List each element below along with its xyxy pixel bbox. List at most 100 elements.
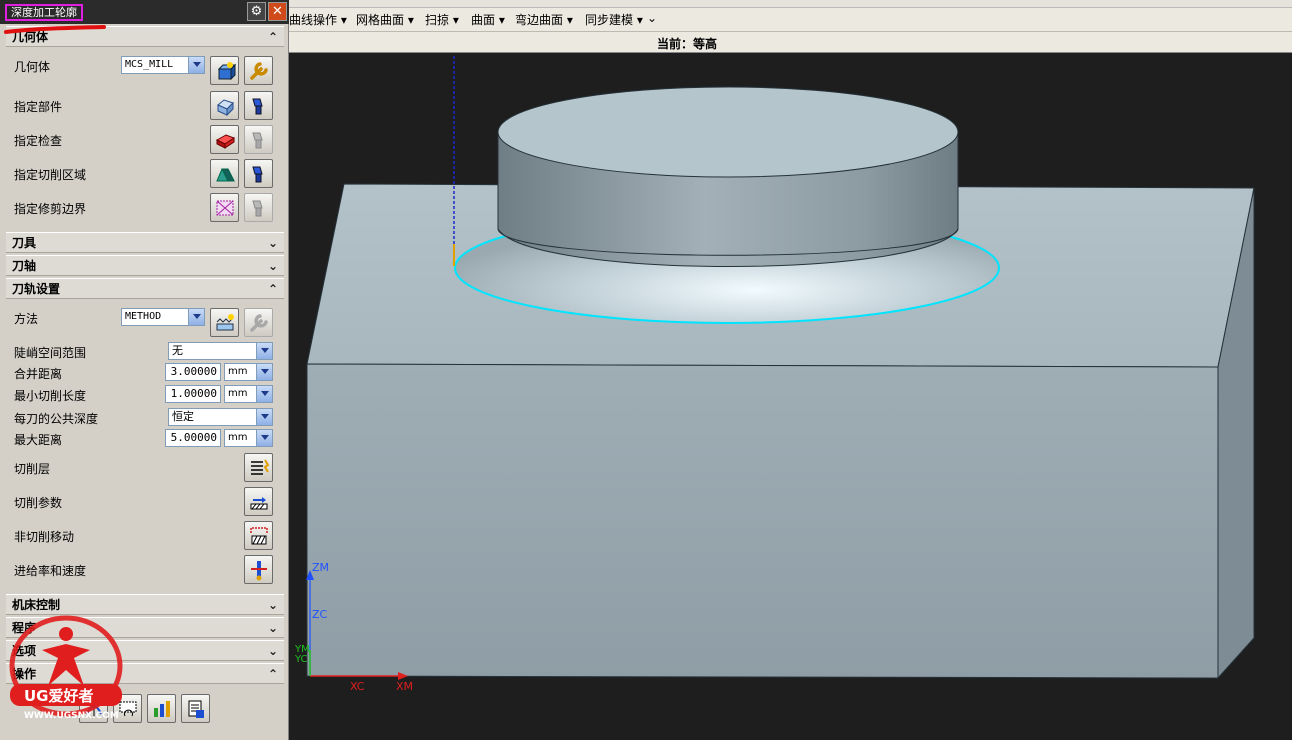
non-cut-moves-icon (249, 526, 268, 544)
method-select[interactable]: METHOD (121, 308, 205, 326)
axis-label-xc: XC (350, 680, 365, 693)
settings-gear-icon[interactable]: ⚙ (247, 2, 266, 21)
max-distance-unit[interactable]: mm (224, 429, 273, 447)
section-tool[interactable]: 刀具 ⌄ (6, 232, 284, 253)
geometry-label: 几何体 (14, 60, 51, 74)
select-cut-area-button[interactable] (210, 159, 239, 188)
display-cut-area-button[interactable] (244, 159, 273, 188)
ugsnx-watermark-logo: UG爱好者 WWW.UGSNX.COM (4, 610, 134, 730)
list-icon (188, 700, 204, 718)
model-view (306, 56, 1255, 680)
section-tool-axis[interactable]: 刀轴 ⌄ (6, 255, 284, 276)
merge-distance-input[interactable]: 3.00000 (165, 363, 221, 381)
chevron-up-icon: ⌃ (267, 30, 278, 44)
wrench-icon (249, 313, 268, 332)
non-cut-moves-label: 非切削移动 (14, 530, 75, 544)
feeds-speeds-label: 进给率和速度 (14, 564, 87, 578)
top-toolbar-strip (289, 0, 1292, 8)
display-check-button[interactable] (244, 125, 273, 154)
edit-geometry-button[interactable] (244, 56, 273, 85)
geometry-select-value: MCS_MILL (125, 59, 174, 70)
status-bar: 当前：等高 (289, 32, 1292, 53)
select-trim-button[interactable] (210, 193, 239, 222)
method-label: 方法 (14, 312, 39, 326)
chevron-down-icon: ⌄ (267, 259, 278, 273)
feeds-speeds-button[interactable] (244, 555, 273, 584)
cut-params-button[interactable] (244, 487, 273, 516)
cylinder-top-face (497, 86, 959, 178)
max-distance-unit-value: mm (228, 432, 248, 443)
common-depth-select[interactable]: 恒定 (168, 408, 273, 426)
cut-levels-button[interactable] (244, 453, 273, 482)
common-depth-label: 每刀的公共深度 (14, 412, 99, 426)
feature-menubar: 曲线操作 ▾ 网格曲面 ▾ 扫掠 ▾ 曲面 ▾ 弯边曲面 ▾ 同步建模 ▾ ⌄ (289, 8, 1292, 32)
cut-params-icon (250, 496, 267, 509)
menu-more-chevron-icon[interactable]: ⌄ (647, 11, 657, 25)
new-method-button[interactable] (210, 308, 239, 337)
steep-range-label: 陡峭空间范围 (14, 346, 87, 360)
steep-range-select[interactable]: 无 (168, 342, 273, 360)
cut-area-icon (215, 168, 235, 181)
menu-mesh-surface[interactable]: 网格曲面 ▾ (356, 11, 414, 28)
chevron-down-icon (188, 57, 204, 73)
chevron-down-icon (256, 386, 272, 402)
min-cut-length-unit-value: mm (228, 388, 248, 399)
axis-label-zc: ZC (312, 608, 328, 621)
cut-params-label: 切削参数 (14, 496, 63, 510)
chevron-down-icon: ⌄ (267, 236, 278, 250)
flashlight-icon (251, 98, 263, 114)
dialog-title: 深度加工轮廓 (5, 4, 83, 21)
display-part-button[interactable] (244, 91, 273, 120)
menu-sync-modeling[interactable]: 同步建模 ▾ (585, 11, 643, 28)
min-cut-length-unit[interactable]: mm (224, 385, 273, 403)
section-path-settings[interactable]: 刀轨设置 ⌃ (6, 278, 284, 299)
specify-check-label: 指定检查 (14, 134, 63, 148)
chevron-down-icon (256, 343, 272, 359)
chevron-down-icon (256, 409, 272, 425)
verify-icon (153, 700, 170, 717)
close-icon[interactable]: ✕ (268, 2, 287, 21)
menu-sweep[interactable]: 扫掠 ▾ (425, 11, 459, 28)
axis-label-zm: ZM (312, 561, 330, 574)
min-cut-length-input[interactable]: 1.00000 (165, 385, 221, 403)
menu-curve-ops[interactable]: 曲线操作 ▾ (289, 11, 347, 28)
new-method-icon (216, 313, 234, 330)
section-tool-label: 刀具 (12, 236, 37, 250)
specify-trim-label: 指定修剪边界 (14, 202, 87, 216)
merge-distance-unit[interactable]: mm (224, 363, 273, 381)
new-geometry-icon (217, 61, 236, 80)
svg-text:UG爱好者: UG爱好者 (24, 687, 94, 705)
menu-flange-surface[interactable]: 弯边曲面 ▾ (515, 11, 573, 28)
list-path-button[interactable] (181, 694, 210, 723)
block-front-face (306, 363, 1219, 679)
max-distance-input[interactable]: 5.00000 (165, 429, 221, 447)
geometry-select[interactable]: MCS_MILL (121, 56, 205, 74)
display-trim-button[interactable] (244, 193, 273, 222)
method-select-value: METHOD (125, 311, 162, 322)
merge-distance-label: 合并距离 (14, 367, 63, 381)
check-geometry-icon (215, 133, 235, 149)
svg-text:WWW.UGSNX.COM: WWW.UGSNX.COM (24, 711, 119, 721)
non-cut-moves-button[interactable] (244, 521, 273, 550)
flashlight-icon (251, 166, 263, 182)
app-window: 深度加工轮廓 ⚙ ✕ 几何体 ⌃ 几何体 MCS_MILL 指定部件 指定检查 (0, 0, 1292, 740)
flashlight-icon (251, 200, 263, 216)
min-cut-length-label: 最小切削长度 (14, 389, 87, 403)
max-distance-label: 最大距离 (14, 433, 63, 447)
select-check-button[interactable] (210, 125, 239, 154)
new-geometry-button[interactable] (210, 56, 239, 85)
zlevel-profile-dialog: 深度加工轮廓 ⚙ ✕ 几何体 ⌃ 几何体 MCS_MILL 指定部件 指定检查 (0, 0, 289, 740)
trim-boundary-icon (216, 200, 233, 215)
select-part-button[interactable] (210, 91, 239, 120)
graphics-viewport[interactable]: ZM ZC YM YC XC XM (290, 54, 1292, 740)
cut-levels-icon (250, 458, 269, 475)
axis-label-yc: YC (295, 654, 308, 665)
section-tool-axis-label: 刀轴 (12, 259, 37, 273)
wrench-icon (249, 61, 268, 80)
menu-surface[interactable]: 曲面 ▾ (471, 11, 505, 28)
specify-part-label: 指定部件 (14, 100, 63, 114)
chevron-down-icon: ⌄ (267, 598, 278, 612)
edit-method-button[interactable] (244, 308, 273, 337)
red-pen-annotation (4, 25, 106, 34)
verify-path-button[interactable] (147, 694, 176, 723)
